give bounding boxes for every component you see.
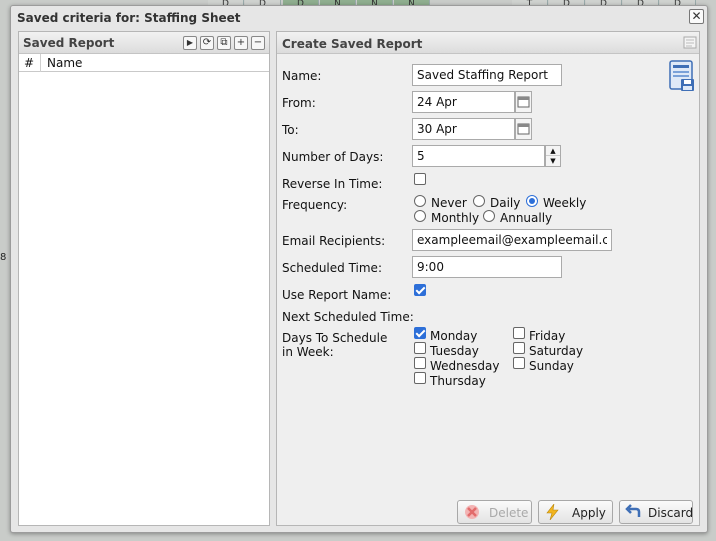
frequency-weekly-label: Weekly [543, 196, 587, 210]
frequency-never-label: Never [431, 196, 467, 210]
sunday-checkbox[interactable] [513, 357, 525, 369]
close-button[interactable]: ✕ [689, 9, 704, 24]
tuesday-label: Tuesday [430, 344, 479, 358]
thursday-checkbox[interactable] [414, 372, 426, 384]
delete-button[interactable]: Delete [457, 500, 532, 524]
column-header-number[interactable]: # [24, 56, 34, 70]
days-to-schedule-label: Days To Schedule in Week: [282, 331, 388, 359]
bg-row-value: 8 [0, 252, 7, 263]
refresh-button[interactable]: ⟳ [200, 36, 214, 50]
refresh-icon: ⟳ [202, 37, 212, 48]
frequency-weekly-radio[interactable] [526, 195, 538, 207]
run-report-button[interactable]: ▶ [183, 36, 197, 50]
scheduled-time-input[interactable] [412, 256, 562, 278]
name-input[interactable] [412, 64, 562, 86]
lightning-icon [546, 504, 559, 520]
saved-report-title: Saved Report [23, 36, 115, 50]
friday-label: Friday [529, 329, 566, 343]
sunday-label: Sunday [529, 359, 574, 373]
email-recipients-input[interactable] [412, 229, 612, 251]
friday-checkbox[interactable] [513, 327, 525, 339]
frequency-daily-radio[interactable] [473, 195, 485, 207]
frequency-label: Frequency: [282, 198, 348, 212]
reverse-in-time-checkbox[interactable] [414, 173, 426, 185]
tuesday-checkbox[interactable] [414, 342, 426, 354]
create-report-header: Create Saved Report [277, 32, 699, 54]
report-grid-header: # Name [19, 54, 269, 72]
calendar-icon [517, 123, 530, 135]
create-report-title: Create Saved Report [282, 37, 423, 51]
stepper-down-icon[interactable]: ▼ [546, 156, 560, 166]
remove-report-button[interactable]: − [251, 36, 265, 50]
saved-report-panel: Saved Report ▶ ⟳ ⧉ + − # Name [18, 31, 270, 526]
plus-icon: + [236, 37, 246, 48]
number-of-days-input[interactable] [412, 145, 545, 167]
close-icon: ✕ [691, 9, 702, 23]
discard-button[interactable]: Discard [619, 500, 693, 524]
copy-icon: ⧉ [220, 37, 228, 48]
apply-button[interactable]: Apply [538, 500, 613, 524]
name-label: Name: [282, 69, 322, 83]
use-report-name-label: Use Report Name: [282, 288, 392, 302]
play-icon: ▶ [186, 38, 194, 47]
frequency-monthly-radio[interactable] [414, 210, 426, 222]
stepper-up-icon[interactable]: ▲ [546, 146, 560, 156]
next-scheduled-time-label: Next Scheduled Time: [282, 310, 414, 324]
wednesday-label: Wednesday [430, 359, 500, 373]
delete-button-label: Delete [489, 506, 529, 520]
monday-checkbox[interactable] [414, 327, 426, 339]
to-date-input[interactable] [412, 118, 515, 140]
apply-button-label: Apply [572, 506, 606, 520]
add-report-button[interactable]: + [234, 36, 248, 50]
scheduled-time-label: Scheduled Time: [282, 261, 382, 275]
create-report-panel: Create Saved Report Name: From: [276, 31, 700, 526]
thursday-label: Thursday [430, 374, 486, 388]
frequency-never-radio[interactable] [414, 195, 426, 207]
saved-report-header: Saved Report ▶ ⟳ ⧉ + − [19, 32, 269, 54]
from-date-input[interactable] [412, 91, 515, 113]
from-date-picker-button[interactable] [515, 91, 532, 113]
frequency-annually-radio[interactable] [483, 210, 495, 222]
reverse-in-time-label: Reverse In Time: [282, 177, 383, 191]
minus-icon: − [253, 37, 263, 48]
to-date-picker-button[interactable] [515, 118, 532, 140]
monday-label: Monday [430, 329, 478, 343]
to-label: To: [282, 123, 299, 137]
undo-icon [625, 504, 641, 517]
copy-report-button[interactable]: ⧉ [217, 36, 231, 50]
calendar-icon [517, 96, 530, 108]
column-header-name[interactable]: Name [47, 56, 82, 70]
saved-criteria-dialog: Saved criteria for: Staffing Sheet ✕ Sav… [10, 5, 708, 533]
saved-report-icon [669, 60, 694, 91]
document-icon [683, 36, 697, 49]
frequency-daily-label: Daily [490, 196, 521, 210]
from-label: From: [282, 96, 316, 110]
email-recipients-label: Email Recipients: [282, 234, 386, 248]
number-of-days-label: Number of Days: [282, 150, 384, 164]
discard-button-label: Discard [648, 506, 694, 520]
report-list [19, 72, 269, 522]
number-of-days-stepper[interactable]: ▲ ▼ [545, 145, 561, 167]
column-divider [40, 54, 41, 72]
frequency-annually-label: Annually [500, 211, 553, 225]
delete-icon [465, 505, 479, 519]
frequency-monthly-label: Monthly [431, 211, 480, 225]
saturday-checkbox[interactable] [513, 342, 525, 354]
dialog-title: Saved criteria for: Staffing Sheet [17, 11, 241, 25]
use-report-name-checkbox[interactable] [414, 284, 426, 296]
saturday-label: Saturday [529, 344, 584, 358]
wednesday-checkbox[interactable] [414, 357, 426, 369]
